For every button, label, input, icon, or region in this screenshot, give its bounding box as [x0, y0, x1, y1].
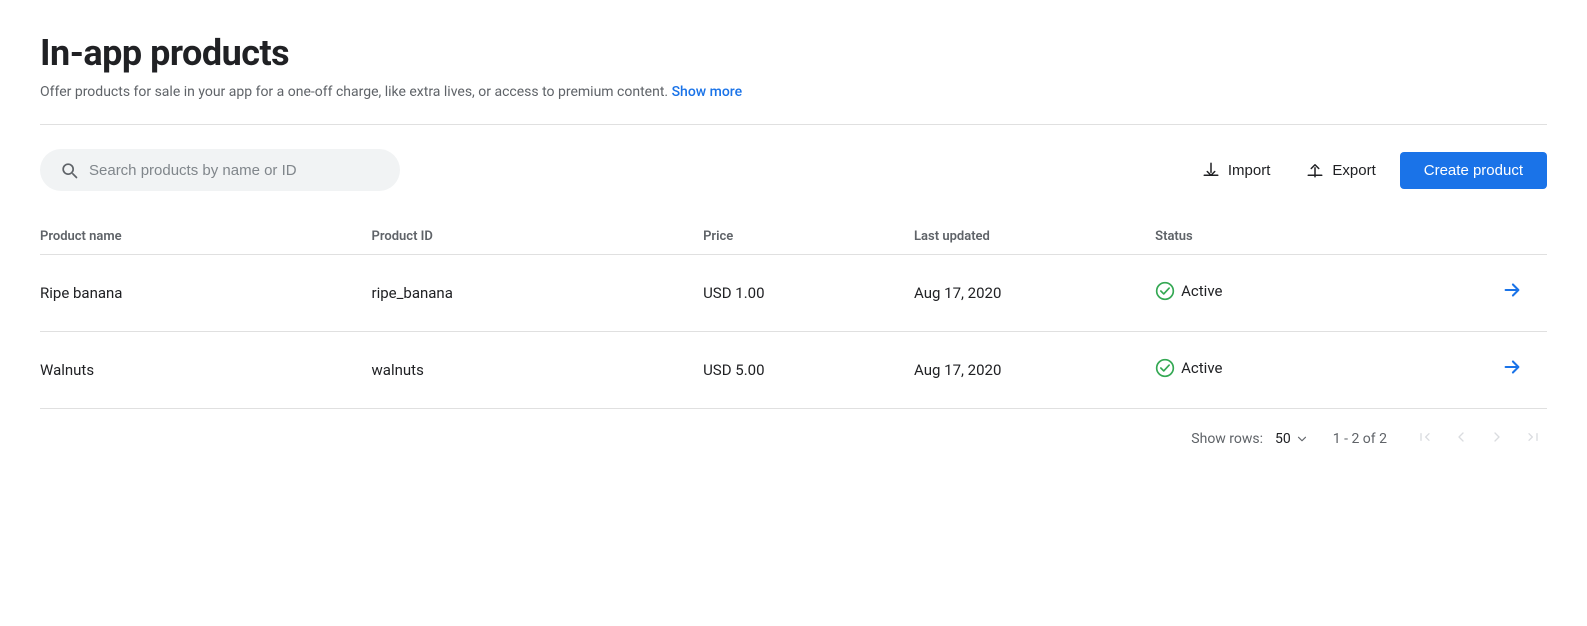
- page-title: In-app products: [40, 32, 1547, 74]
- row-detail-button[interactable]: [1493, 275, 1531, 311]
- show-more-link[interactable]: Show more: [672, 84, 743, 100]
- page-info: 1 - 2 of 2: [1333, 431, 1387, 447]
- table-row: Walnuts walnuts USD 5.00 Aug 17, 2020 Ac…: [40, 332, 1547, 409]
- page-subtitle: Offer products for sale in your app for …: [40, 84, 1547, 100]
- page-container: In-app products Offer products for sale …: [0, 0, 1587, 476]
- products-table: Product name Product ID Price Last updat…: [40, 219, 1547, 409]
- product-id: walnuts: [372, 332, 704, 409]
- table-row: Ripe banana ripe_banana USD 1.00 Aug 17,…: [40, 255, 1547, 332]
- pagination-bar: Show rows: 50 1 - 2 of 2: [40, 409, 1547, 452]
- product-id: ripe_banana: [372, 255, 704, 332]
- export-icon: [1306, 161, 1324, 179]
- product-name: Walnuts: [40, 332, 372, 409]
- product-status: Active: [1155, 255, 1426, 332]
- arrow-right-icon: [1501, 356, 1523, 378]
- chevron-right-icon: [1489, 429, 1505, 445]
- header-divider: [40, 124, 1547, 125]
- col-header-status: Status: [1155, 219, 1426, 255]
- chevron-left-icon: [1453, 429, 1469, 445]
- import-button[interactable]: Import: [1190, 153, 1283, 187]
- row-detail-button[interactable]: [1493, 352, 1531, 388]
- last-page-icon: [1525, 429, 1541, 445]
- product-price: USD 5.00: [703, 332, 914, 409]
- toolbar: Import Export Create product: [40, 149, 1547, 191]
- chevron-down-icon: [1295, 432, 1309, 446]
- active-status-icon: [1155, 281, 1175, 301]
- product-price: USD 1.00: [703, 255, 914, 332]
- rows-label: Show rows:: [1191, 431, 1263, 447]
- product-name: Ripe banana: [40, 255, 372, 332]
- import-icon: [1202, 161, 1220, 179]
- arrow-right-icon: [1501, 279, 1523, 301]
- prev-page-button[interactable]: [1447, 425, 1475, 452]
- search-icon: [59, 160, 79, 180]
- search-input[interactable]: [89, 162, 381, 179]
- table-header-row: Product name Product ID Price Last updat…: [40, 219, 1547, 255]
- product-updated: Aug 17, 2020: [914, 332, 1155, 409]
- last-page-button[interactable]: [1519, 425, 1547, 452]
- next-page-button[interactable]: [1483, 425, 1511, 452]
- first-page-icon: [1417, 429, 1433, 445]
- col-header-updated: Last updated: [914, 219, 1155, 255]
- col-header-name: Product name: [40, 219, 372, 255]
- col-header-id: Product ID: [372, 219, 704, 255]
- rows-per-page-select[interactable]: 50: [1275, 431, 1309, 447]
- export-button[interactable]: Export: [1294, 153, 1387, 187]
- first-page-button[interactable]: [1411, 425, 1439, 452]
- col-header-price: Price: [703, 219, 914, 255]
- search-box[interactable]: [40, 149, 400, 191]
- product-status: Active: [1155, 332, 1426, 409]
- create-product-button[interactable]: Create product: [1400, 152, 1547, 189]
- product-updated: Aug 17, 2020: [914, 255, 1155, 332]
- active-status-icon: [1155, 358, 1175, 378]
